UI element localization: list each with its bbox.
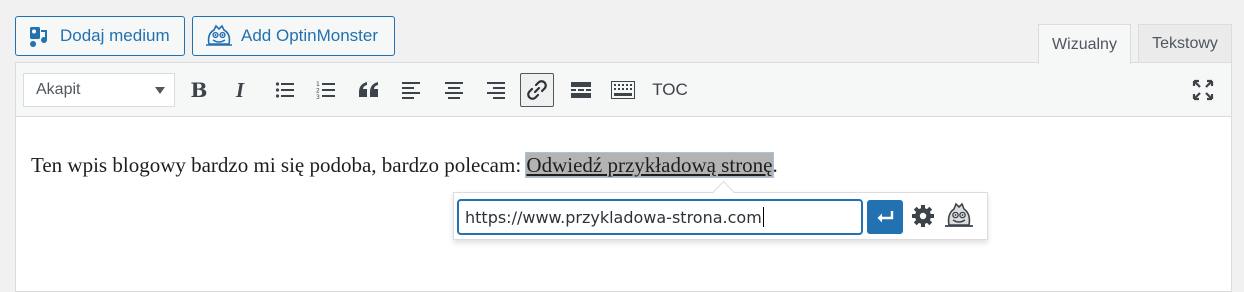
fullscreen-button[interactable] bbox=[1186, 73, 1220, 107]
link-url-input[interactable]: https://www.przykladowa-strona.com bbox=[457, 199, 863, 235]
insert-more-button[interactable] bbox=[564, 73, 598, 107]
read-more-icon bbox=[571, 82, 591, 98]
format-select[interactable]: Akapit bbox=[23, 73, 175, 107]
text-cursor bbox=[762, 207, 764, 227]
content-text-before: Ten wpis blogowy bardzo mi się podoba, b… bbox=[31, 153, 527, 177]
align-center-button[interactable] bbox=[437, 73, 471, 107]
align-left-button[interactable] bbox=[394, 73, 428, 107]
format-select-value: Akapit bbox=[36, 81, 81, 98]
numbered-list-icon: 1 2 3 bbox=[316, 81, 335, 100]
optinmonster-icon bbox=[205, 24, 233, 48]
bulleted-list-icon bbox=[275, 82, 294, 98]
toc-button[interactable]: TOC bbox=[648, 73, 692, 107]
keyboard-icon bbox=[611, 81, 635, 99]
link-url-value: https://www.przykladowa-strona.com bbox=[465, 207, 762, 227]
enter-icon bbox=[877, 211, 894, 223]
chevron-down-icon bbox=[155, 87, 165, 94]
optinmonster-icon bbox=[945, 202, 973, 227]
optinmonster-link-button[interactable] bbox=[944, 202, 974, 235]
inline-link-popup: https://www.przykladowa-strona.com bbox=[453, 180, 988, 240]
toolbar-toggle-button[interactable] bbox=[606, 73, 640, 107]
align-right-button[interactable] bbox=[479, 73, 513, 107]
align-right-icon bbox=[487, 82, 505, 99]
media-icon bbox=[28, 24, 52, 48]
fullscreen-icon bbox=[1192, 79, 1214, 101]
editor-toolbar: Akapit B I 1 2 3 TOC bbox=[16, 63, 1231, 117]
quote-icon bbox=[359, 82, 378, 97]
align-left-icon bbox=[402, 82, 420, 99]
post-content[interactable]: Ten wpis blogowy bardzo mi się podoba, b… bbox=[31, 153, 778, 178]
bulleted-list-button[interactable] bbox=[268, 73, 302, 107]
add-optinmonster-button[interactable]: Add OptinMonster bbox=[192, 16, 395, 56]
svg-text:3: 3 bbox=[316, 94, 320, 100]
editor-container: Akapit B I 1 2 3 TOC Ten wpis blogowy ba… bbox=[15, 62, 1232, 292]
apply-link-button[interactable] bbox=[867, 200, 903, 234]
numbered-list-button[interactable]: 1 2 3 bbox=[309, 73, 343, 107]
gear-icon bbox=[912, 205, 934, 227]
insert-link-button[interactable] bbox=[520, 73, 554, 107]
content-text-after: . bbox=[772, 153, 778, 177]
selected-link[interactable]: Odwiedź przykładową stronę bbox=[526, 153, 773, 177]
blockquote-button[interactable] bbox=[352, 73, 386, 107]
tab-text[interactable]: Tekstowy bbox=[1138, 24, 1232, 63]
tab-visual[interactable]: Wizualny bbox=[1038, 24, 1131, 64]
link-options-button[interactable] bbox=[911, 204, 935, 233]
align-center-icon bbox=[445, 82, 463, 99]
add-media-button[interactable]: Dodaj medium bbox=[15, 16, 185, 56]
add-optinmonster-label: Add OptinMonster bbox=[241, 26, 379, 45]
link-icon bbox=[527, 80, 547, 100]
bold-button[interactable]: B bbox=[182, 73, 216, 107]
add-media-label: Dodaj medium bbox=[60, 26, 170, 45]
italic-button[interactable]: I bbox=[223, 73, 257, 107]
